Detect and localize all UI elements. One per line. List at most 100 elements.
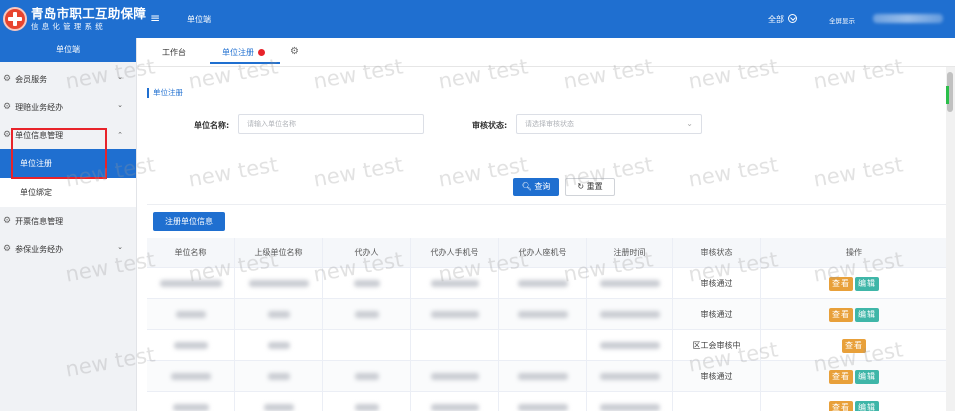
search-button[interactable]: 🔍︎ 查询: [513, 178, 559, 196]
register-unit-button[interactable]: 注册单位信息: [153, 212, 225, 231]
tab-workbench[interactable]: 工作台: [162, 47, 186, 58]
sidebar: 单位端 ⚙ 会员服务 ⌄ ⚙ 理赔业务经办 ⌄ ⚙ 单位信息管理 ⌃ 单位注册 …: [0, 38, 137, 411]
blurred-text: [517, 311, 568, 318]
edit-button[interactable]: 编辑: [855, 400, 879, 411]
blurred-text: [599, 311, 660, 318]
table-row: 审核通过 查看 编辑: [147, 299, 947, 330]
blurred-text: [267, 373, 290, 380]
app-logo: 青岛市职工互助保障 信息化管理系统: [0, 0, 146, 38]
refresh-icon: ↻: [577, 182, 585, 191]
blurred-text: [353, 280, 380, 287]
audit-status-select[interactable]: 请选择审核状态 ⌄: [516, 114, 702, 134]
edit-button[interactable]: 编辑: [855, 276, 879, 291]
column-header: 操作: [846, 248, 862, 257]
blurred-text: [354, 373, 379, 380]
view-button[interactable]: 查看: [829, 400, 853, 411]
reset-button[interactable]: ↻ 重置: [565, 178, 615, 196]
chevron-down-icon: ⌄: [117, 243, 123, 251]
actions-cell: 查看 编辑: [761, 392, 947, 411]
column-header: 注册时间: [587, 238, 673, 268]
blurred-text: [430, 311, 479, 318]
vertical-scrollbar[interactable]: [946, 67, 955, 411]
blurred-text: [599, 373, 660, 380]
column-header: 审核状态: [673, 238, 761, 268]
menu-icon[interactable]: ≡: [150, 12, 160, 24]
gear-icon: ⚙: [3, 130, 12, 140]
sidebar-subitem-unit-bind[interactable]: 单位绑定: [0, 178, 136, 207]
chevron-up-icon: ⌃: [117, 131, 123, 139]
view-button[interactable]: 查看: [829, 307, 853, 322]
edit-button[interactable]: 编辑: [855, 369, 879, 384]
tab-settings-gear-icon[interactable]: ⚙: [290, 46, 299, 57]
status-cell: 审核通过: [673, 361, 761, 392]
watermark: new test: [186, 152, 280, 192]
chevron-down-circle-icon: [788, 14, 797, 23]
blurred-text: [172, 404, 209, 411]
status-cell: [673, 392, 761, 411]
close-dot-icon[interactable]: [258, 49, 265, 56]
blurred-text: [267, 311, 290, 318]
blurred-text: [159, 280, 222, 287]
column-header: 单位名称: [147, 238, 235, 268]
blurred-text: [354, 404, 379, 411]
view-button[interactable]: 查看: [829, 369, 853, 384]
sidebar-item-label: 理赔业务经办: [15, 102, 64, 112]
watermark: new test: [686, 152, 780, 192]
search-button-label: 查询: [534, 182, 551, 191]
chevron-down-icon: ⌄: [686, 119, 693, 128]
unit-name-input[interactable]: 请输入单位名称: [238, 114, 424, 134]
all-dropdown[interactable]: 全部: [768, 14, 797, 25]
column-header: 代办人: [323, 238, 411, 268]
blurred-text: [430, 404, 479, 411]
sidebar-title: 单位端: [0, 38, 136, 62]
gear-icon: ⚙: [3, 244, 12, 254]
actions-cell: 查看: [761, 330, 947, 361]
unit-name-label: 单位名称:: [194, 121, 230, 130]
scroll-indicator: [946, 86, 949, 104]
actions-cell: 查看 编辑: [761, 268, 947, 299]
table-row: 审核通过 查看 编辑: [147, 268, 947, 299]
tab-unit-register[interactable]: 单位注册: [222, 47, 265, 58]
union-emblem-icon: [3, 7, 27, 31]
blurred-text: [599, 342, 660, 349]
column-header: 上级单位名称: [235, 238, 323, 268]
column-header: 代办人座机号: [499, 238, 587, 268]
column-header: 代办人手机号: [411, 238, 499, 268]
sidebar-item-unit-info[interactable]: ⚙ 单位信息管理 ⌃: [0, 121, 136, 149]
all-label: 全部: [768, 15, 784, 24]
status-cell: 审核通过: [673, 299, 761, 330]
user-info-blurred[interactable]: [873, 14, 943, 23]
sidebar-item-invoice[interactable]: ⚙ 开票信息管理: [0, 207, 136, 235]
blurred-text: [175, 311, 206, 318]
blurred-text: [599, 280, 660, 287]
blurred-text: [267, 342, 290, 349]
blurred-text: [517, 404, 568, 411]
sidebar-item-label: 开票信息管理: [15, 216, 64, 226]
blurred-text: [170, 373, 211, 380]
sidebar-item-label: 会员服务: [15, 74, 48, 84]
blurred-text: [599, 404, 660, 411]
blurred-text: [354, 311, 379, 318]
blurred-text: [430, 373, 479, 380]
table-header: 单位名称 上级单位名称 代办人 代办人手机号 代办人座机号 注册时间 审核状态 …: [147, 238, 947, 268]
page-title: 单位端: [187, 15, 211, 24]
edit-button[interactable]: 编辑: [855, 307, 879, 322]
view-button[interactable]: 查看: [842, 338, 866, 353]
sidebar-item-member-service[interactable]: ⚙ 会员服务 ⌄: [0, 65, 136, 93]
sidebar-item-insurance[interactable]: ⚙ 参保业务经办 ⌄: [0, 235, 136, 263]
blurred-text: [517, 280, 568, 287]
top-bar: 青岛市职工互助保障 信息化管理系统 ≡ 单位端 全部 全屏显示: [0, 0, 955, 38]
tab-label: 单位注册: [222, 48, 254, 57]
sidebar-subitem-unit-register[interactable]: 单位注册: [0, 149, 136, 178]
view-button[interactable]: 查看: [829, 276, 853, 291]
blurred-text: [517, 373, 568, 380]
sidebar-item-claims[interactable]: ⚙ 理赔业务经办 ⌄: [0, 93, 136, 121]
status-cell: 区工会审核中: [673, 330, 761, 361]
blurred-text: [263, 404, 294, 411]
reset-button-label: 重置: [586, 182, 603, 191]
fullscreen-button[interactable]: 全屏显示: [829, 15, 855, 25]
blurred-text: [173, 342, 208, 349]
select-placeholder: 请选择审核状态: [525, 120, 574, 128]
section-title: 单位注册: [147, 88, 183, 98]
table-row: 审核通过 查看 编辑: [147, 361, 947, 392]
